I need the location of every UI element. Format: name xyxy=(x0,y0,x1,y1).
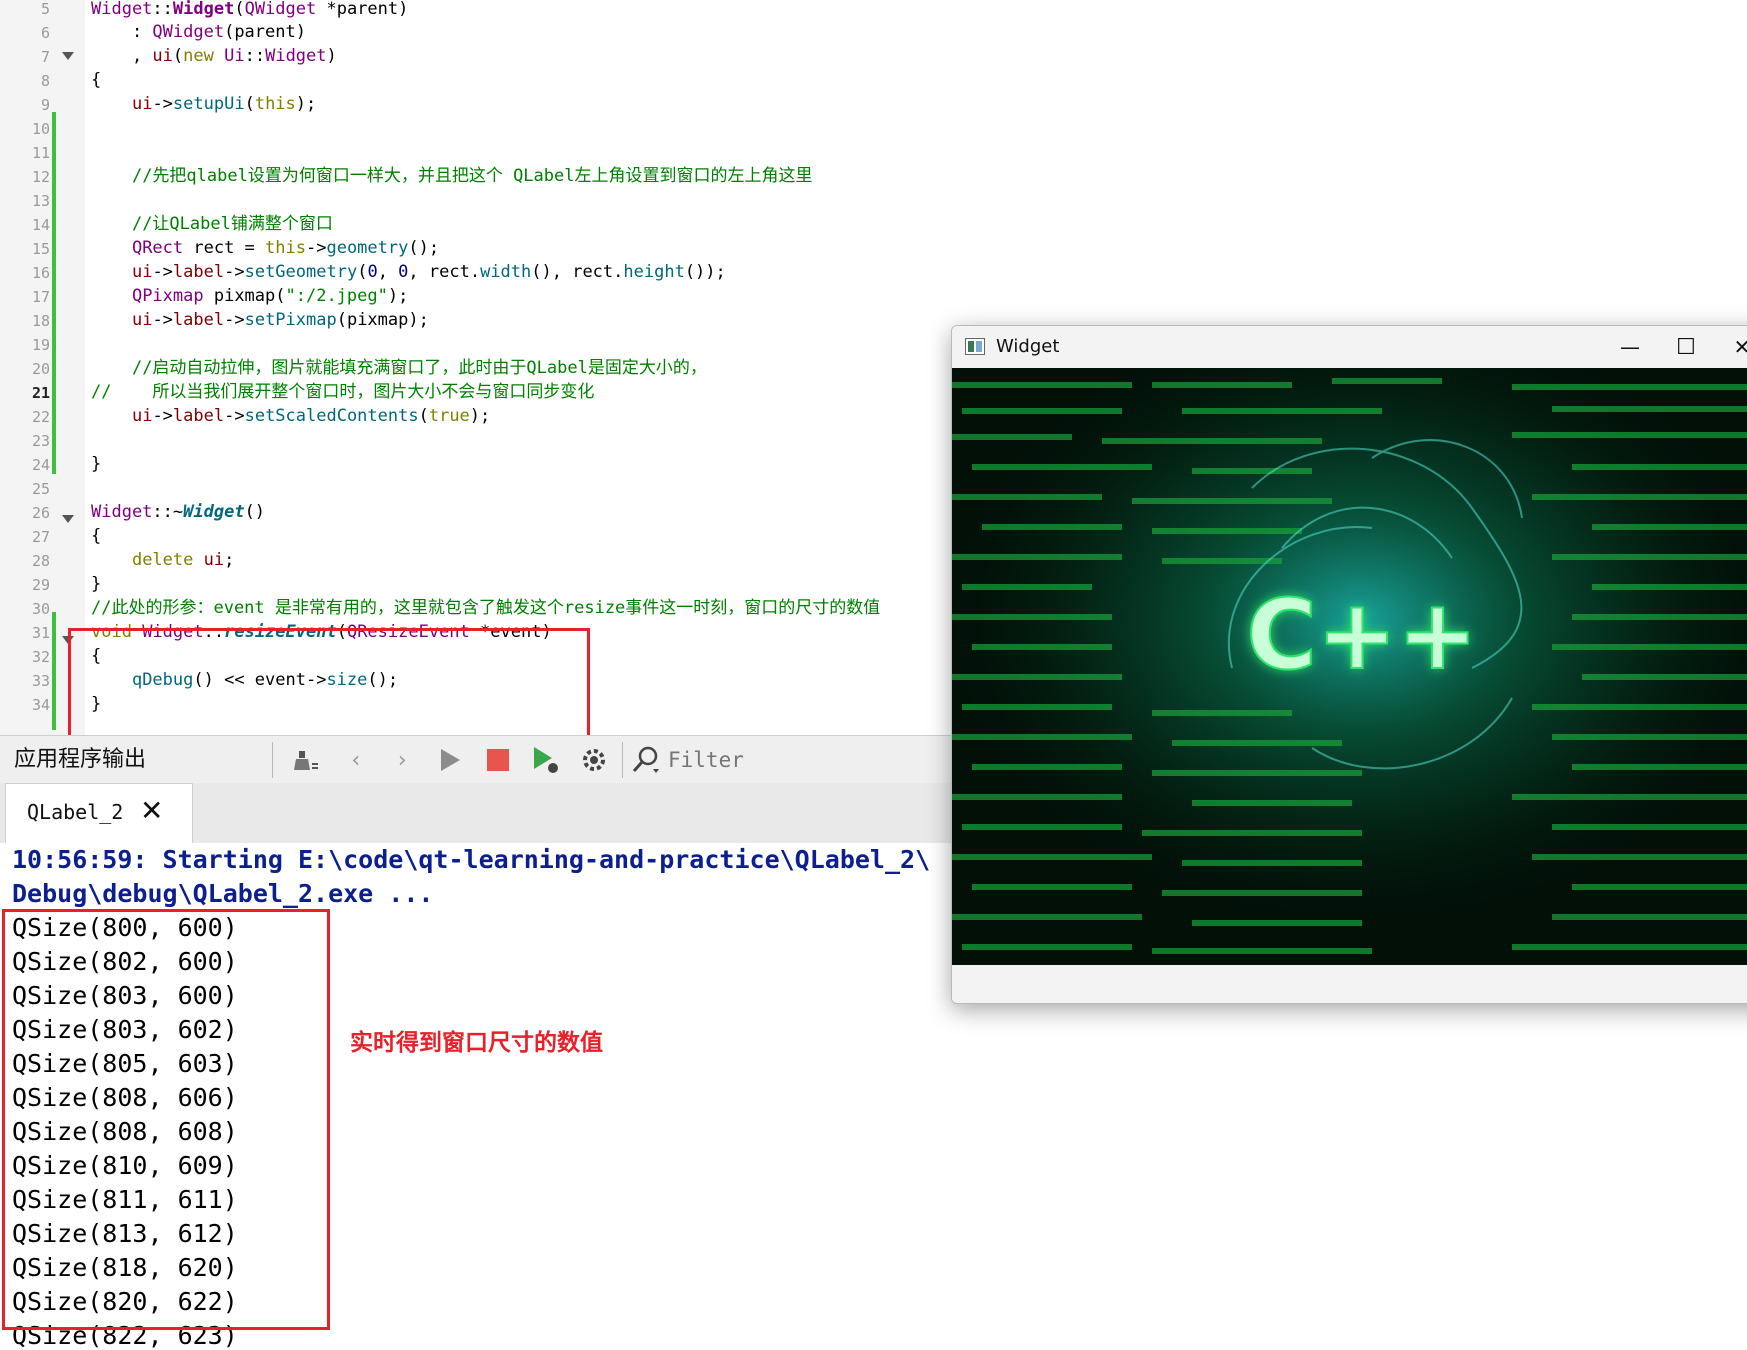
fold-arrow-icon[interactable] xyxy=(62,52,74,60)
code-line[interactable]: , ui(new Ui::Widget) xyxy=(91,44,337,68)
code-line[interactable]: } xyxy=(91,572,101,596)
code-line[interactable]: { xyxy=(91,644,101,668)
fold-arrow-icon[interactable] xyxy=(62,515,74,523)
tab-qlabel-2[interactable]: QLabel_2 ✕ xyxy=(5,783,193,843)
line-number: 16 xyxy=(31,264,50,282)
widget-window[interactable]: Widget — ☐ ✕ xyxy=(951,325,1747,1004)
line-number-gutter: 5 6 7 8 9 10 11 12 13 14 15 16 17 18 19 20 21 22 23 24 25 26 2… xyxy=(0,0,85,735)
line-number: 22 xyxy=(31,408,50,426)
line-number: 24 xyxy=(31,456,50,474)
line-number: 20 xyxy=(31,360,50,378)
stop-icon[interactable] xyxy=(482,744,514,776)
line-number: 21 xyxy=(31,384,50,402)
cpp-background-image: C++ C++ xyxy=(952,368,1747,965)
code-line[interactable]: ui->setupUi(this); xyxy=(91,92,316,116)
code-line[interactable]: delete ui; xyxy=(91,548,234,572)
line-number: 14 xyxy=(31,216,50,234)
line-number: 34 xyxy=(31,696,50,714)
line-number: 25 xyxy=(31,480,50,498)
line-number: 8 xyxy=(40,72,50,90)
code-line[interactable]: ui->label->setScaledContents(true); xyxy=(91,404,490,428)
line-number: 13 xyxy=(31,192,50,210)
line-number: 10 xyxy=(31,120,50,138)
minimize-icon[interactable]: — xyxy=(1601,326,1659,368)
gear-icon[interactable] xyxy=(578,744,610,776)
line-number: 27 xyxy=(31,528,50,546)
code-line[interactable]: Widget::~Widget() xyxy=(91,500,265,524)
close-icon[interactable]: ✕ xyxy=(140,794,163,827)
line-number: 18 xyxy=(31,312,50,330)
svg-text:C++: C++ xyxy=(1246,579,1477,691)
close-icon[interactable]: ✕ xyxy=(1713,326,1747,368)
line-number: 31 xyxy=(31,624,50,642)
line-number: 5 xyxy=(40,0,50,18)
output-start-line: 10:56:59: Starting E:\code\qt-learning-a… xyxy=(12,845,931,874)
toolbar-separator xyxy=(622,742,623,778)
line-number: 6 xyxy=(40,24,50,42)
code-line[interactable]: void Widget::resizeEvent(QResizeEvent *e… xyxy=(91,620,552,644)
line-number: 32 xyxy=(31,648,50,666)
cpp-image-art: C++ C++ xyxy=(952,368,1747,965)
code-line[interactable]: : QWidget(parent) xyxy=(91,20,306,44)
annotation-label: 实时得到窗口尺寸的数值 xyxy=(350,1030,603,1056)
code-line[interactable]: { xyxy=(91,524,101,548)
window-titlebar[interactable]: Widget — ☐ ✕ xyxy=(952,326,1747,368)
cpp-logo: C++ C++ xyxy=(1245,578,1478,692)
output-pane-title: 应用程序输出 xyxy=(14,747,147,772)
code-line[interactable]: //先把qlabel设置为何窗口一样大，并且把这个 QLabel左上角设置到窗口… xyxy=(91,164,813,188)
code-line[interactable]: Widget::Widget(QWidget *parent) xyxy=(91,0,408,21)
line-number: 9 xyxy=(40,96,50,114)
line-number: 15 xyxy=(31,240,50,258)
code-line[interactable]: ui->label->setPixmap(pixmap); xyxy=(91,308,429,332)
line-number: 11 xyxy=(31,144,50,162)
code-line[interactable]: qDebug() << event->size(); xyxy=(91,668,398,692)
code-line[interactable]: //让QLabel铺满整个窗口 xyxy=(91,212,333,236)
line-number: 28 xyxy=(31,552,50,570)
red-highlight-box xyxy=(2,909,330,1330)
code-line[interactable]: //启动自动拉伸，图片就能填充满窗口了，此时由于QLabel是固定大小的， xyxy=(91,356,707,380)
filter-input[interactable] xyxy=(668,744,928,776)
maximize-icon[interactable]: ☐ xyxy=(1657,326,1715,368)
output-start-line: Debug\debug\QLabel_2.exe ... xyxy=(12,879,434,908)
line-number: 12 xyxy=(31,168,50,186)
code-line[interactable]: QRect rect = this->geometry(); xyxy=(91,236,439,260)
debug-run-icon[interactable] xyxy=(530,744,562,776)
line-number: 26 xyxy=(31,504,50,522)
line-number: 19 xyxy=(31,336,50,354)
line-number: 30 xyxy=(31,600,50,618)
change-indicator-bar xyxy=(52,612,56,730)
change-indicator-bar xyxy=(52,112,56,402)
app-icon xyxy=(965,338,985,355)
window-title: Widget xyxy=(996,336,1060,357)
toolbar-separator xyxy=(272,742,273,778)
code-line[interactable]: { xyxy=(91,68,101,92)
change-indicator-bar xyxy=(52,402,56,474)
line-number: 23 xyxy=(31,432,50,450)
fold-arrow-icon[interactable] xyxy=(62,636,74,644)
line-number: 7 xyxy=(40,48,50,66)
code-line[interactable]: //此处的形参：event 是非常有用的，这里就包含了触发这个resize事件这… xyxy=(91,596,880,620)
chevron-right-icon[interactable]: › xyxy=(386,744,418,776)
line-number: 29 xyxy=(31,576,50,594)
code-line[interactable]: ui->label->setGeometry(0, 0, rect.width(… xyxy=(91,260,726,284)
code-line[interactable]: // 所以当我们展开整个窗口时，图片大小不会与窗口同步变化 xyxy=(91,380,594,404)
code-line[interactable]: } xyxy=(91,692,101,716)
code-line[interactable]: } xyxy=(91,452,101,476)
code-line[interactable]: QPixmap pixmap(":/2.jpeg"); xyxy=(91,284,408,308)
line-number: 17 xyxy=(31,288,50,306)
line-number: 33 xyxy=(31,672,50,690)
window-bottom-area xyxy=(952,965,1747,1003)
clear-output-icon[interactable] xyxy=(290,744,322,776)
tab-label: QLabel_2 xyxy=(27,800,124,824)
search-icon xyxy=(630,744,662,776)
chevron-left-icon[interactable]: ‹ xyxy=(340,744,372,776)
run-icon[interactable] xyxy=(434,744,466,776)
